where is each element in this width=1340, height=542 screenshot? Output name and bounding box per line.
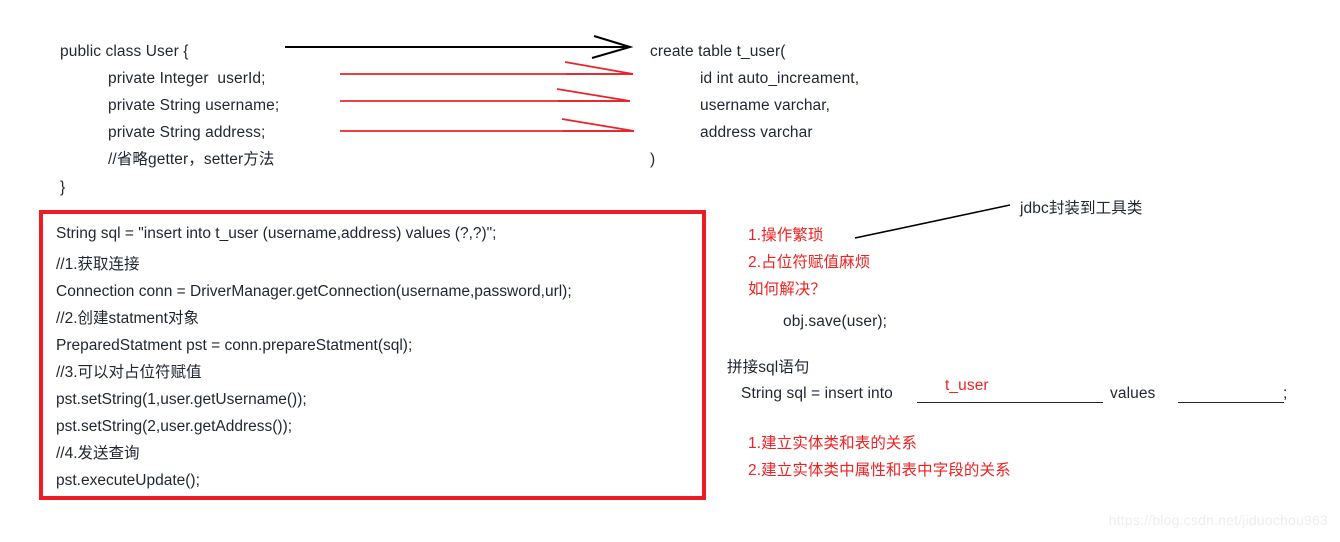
class-to-table-arrow: [285, 35, 634, 59]
sql-table-line-4: ): [650, 151, 656, 168]
sql-concat-suffix: ;: [1283, 385, 1288, 402]
address-to-address-arrow: [340, 118, 635, 132]
jdbc-code-line-3: //2.创建statment对象: [56, 310, 199, 327]
sql-concat-blank1-value: t_user: [945, 377, 989, 394]
jdbc-code-line-7: pst.setString(2,user.getAddress());: [56, 418, 293, 435]
jdbc-code-line-9: pst.executeUpdate();: [56, 472, 200, 489]
entity-class-line-1: private Integer userId;: [108, 70, 266, 87]
sql-concat-blank1-underline: [917, 402, 1103, 403]
jdbc-utility-callout: jdbc封装到工具类: [1020, 200, 1143, 217]
jdbc-code-line-2: Connection conn = DriverManager.getConne…: [56, 283, 572, 300]
sql-concat-middle: values: [1110, 385, 1156, 402]
jdbc-code-line-1: //1.获取连接: [56, 256, 140, 273]
sql-table-line-2: username varchar,: [700, 97, 831, 114]
jdbc-code-line-4: PreparedStatment pst = conn.prepareStatm…: [56, 337, 413, 354]
jdbc-code-line-5: //3.可以对占位符赋值: [56, 364, 202, 381]
problem-question: 如何解决？: [748, 281, 827, 298]
sql-table-line-3: address varchar: [700, 124, 813, 141]
csdn-watermark: https://blog.csdn.net/jiduochou963: [1108, 512, 1328, 528]
entity-class-line-3: private String address;: [108, 124, 266, 141]
entity-class-line-4: //省略getter，setter方法: [108, 151, 275, 168]
sql-concat-prefix: String sql = insert into: [741, 385, 893, 402]
sql-concat-blank2-underline: [1178, 402, 1284, 403]
sql-concat-heading: 拼接sql语句: [727, 359, 810, 376]
mapping-note-2: 2.建立实体类中属性和表中字段的关系: [748, 462, 1011, 479]
sql-table-line-0: create table t_user(: [650, 43, 786, 60]
sql-table-line-1: id int auto_increament,: [700, 70, 860, 87]
entity-class-line-5: }: [60, 179, 66, 196]
jdbc-code-line-0: String sql = "insert into t_user (userna…: [56, 225, 497, 242]
solution-call-line: obj.save(user);: [783, 313, 888, 330]
problem-item-2: 2.占位符赋值麻烦: [748, 254, 871, 271]
entity-class-line-2: private String username;: [108, 97, 280, 114]
username-to-username-arrow: [340, 88, 631, 102]
entity-class-line-0: public class User {: [60, 43, 189, 60]
mapping-note-1: 1.建立实体类和表的关系: [748, 435, 918, 452]
jdbc-code-line-8: //4.发送查询: [56, 445, 140, 462]
jdbc-code-line-6: pst.setString(1,user.getUsername());: [56, 391, 307, 408]
problems-to-callout-line: [854, 204, 1011, 239]
problem-item-1: 1.操作繁琐: [748, 227, 824, 244]
userid-to-id-arrow: [340, 61, 634, 75]
diagram-canvas: public class User { private Integer user…: [0, 0, 1340, 542]
